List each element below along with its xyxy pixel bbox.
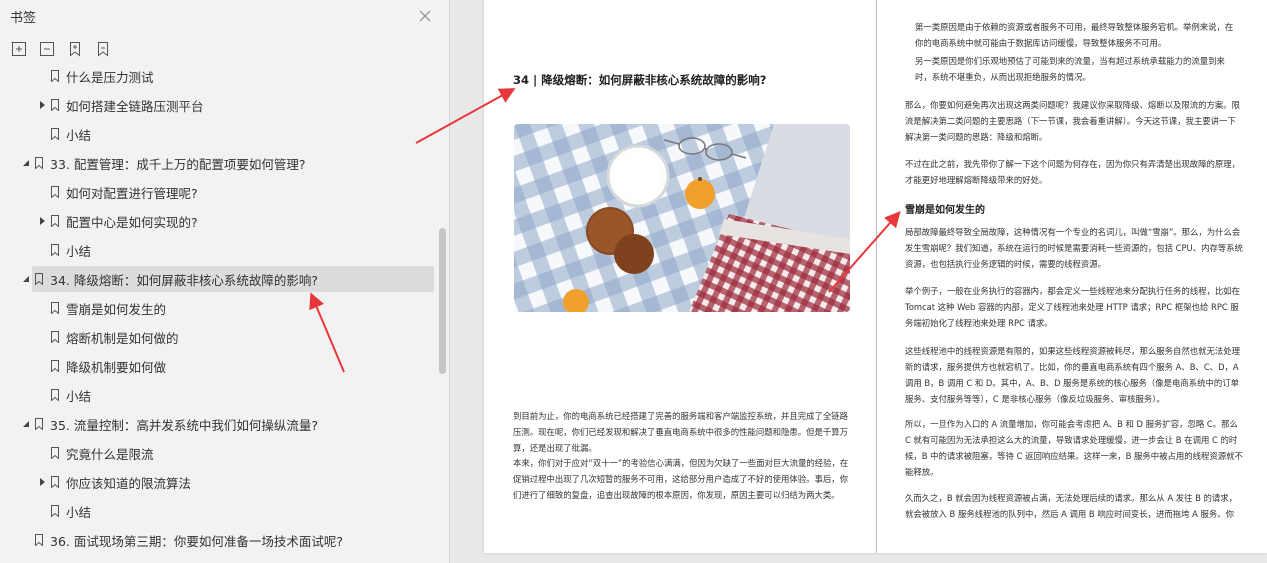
paragraph: 到目前为止，你的电商系统已经搭建了完善的服务端和客户端监控系统，并且完成了全链路… bbox=[513, 411, 848, 453]
bookmark-item[interactable]: 36. 面试现场第三期：你要如何准备一场技术面试呢? bbox=[20, 527, 343, 553]
bookmark-item[interactable]: 小结 bbox=[36, 121, 91, 147]
bookmark-label: 熔断机制是如何做的 bbox=[66, 330, 179, 346]
page-divider bbox=[876, 0, 877, 553]
sidebar-title: 书签 bbox=[10, 11, 37, 26]
sidebar-header: 书签 bbox=[0, 0, 450, 34]
add-bookmark-icon[interactable] bbox=[65, 38, 85, 60]
close-icon[interactable] bbox=[416, 7, 434, 25]
bookmark-item[interactable]: 熔断机制是如何做的 bbox=[36, 324, 179, 350]
bookmark-item[interactable]: 如何对配置进行管理呢? bbox=[36, 179, 198, 205]
bookmark-icon bbox=[34, 534, 44, 547]
expanded-triangle-icon[interactable] bbox=[20, 157, 32, 169]
paragraph: 那么，你要如何避免再次出现这两类问题呢？我建议你采取降级、熔断以及限流的方案。限… bbox=[905, 100, 1240, 142]
bookmark-label: 雪崩是如何发生的 bbox=[66, 301, 167, 317]
bookmark-icon bbox=[34, 157, 44, 170]
bookmark-sidebar: 书签 什么是压力测试如何搭建全链路压测平台 小结 33. 配置管理：成千上万的配置项… bbox=[0, 0, 450, 563]
bookmark-icon bbox=[50, 128, 60, 141]
sidebar-toolbar bbox=[0, 38, 450, 62]
bookmark-item[interactable]: 34. 降级熔断：如何屏蔽非核心系统故障的影响? bbox=[23, 266, 434, 292]
bookmark-icon bbox=[50, 360, 60, 373]
expanded-triangle-icon[interactable] bbox=[20, 418, 32, 430]
bookmark-icon bbox=[50, 447, 60, 460]
paragraph: 这些线程池中的线程资源是有限的，如果这些线程资源被耗尽，那么服务自然也就无法处理… bbox=[905, 346, 1240, 404]
paragraph: 本来，你们对于应对“双十一”的考验信心满满，但因为欠缺了一些面对巨大流量的经验，… bbox=[513, 458, 849, 500]
bookmark-label: 降级机制要如何做 bbox=[66, 359, 167, 375]
bookmark-icon bbox=[50, 70, 60, 83]
bookmark-icon bbox=[50, 99, 60, 112]
bookmark-item[interactable]: 小结 bbox=[36, 237, 91, 263]
bookmark-icon bbox=[50, 505, 60, 518]
bookmark-label: 34. 降级熔断：如何屏蔽非核心系统故障的影响? bbox=[50, 272, 318, 288]
bookmark-icon bbox=[50, 186, 60, 199]
bookmark-item[interactable]: 降级机制要如何做 bbox=[36, 353, 166, 379]
bookmark-label: 如何对配置进行管理呢? bbox=[66, 185, 198, 201]
bookmark-label: 你应该知道的限流算法 bbox=[66, 475, 192, 491]
bookmark-label: 36. 面试现场第三期：你要如何准备一场技术面试呢? bbox=[50, 533, 343, 549]
bookmark-icon bbox=[50, 244, 60, 257]
bookmark-label: 如何搭建全链路压测平台 bbox=[66, 98, 204, 114]
bookmark-item[interactable]: 小结 bbox=[36, 382, 91, 408]
bookmark-item[interactable]: 小结 bbox=[36, 498, 91, 524]
bookmark-label: 小结 bbox=[66, 127, 92, 143]
bookmark-label: 究竟什么是限流 bbox=[66, 446, 154, 462]
collapsed-triangle-icon[interactable] bbox=[36, 476, 48, 488]
section-heading: 雪崩是如何发生的 bbox=[905, 205, 985, 216]
bookmark-icon bbox=[50, 389, 60, 402]
bookmark-icon bbox=[50, 476, 60, 489]
bookmark-item[interactable]: 如何搭建全链路压测平台 bbox=[36, 92, 204, 118]
paragraph: 不过在此之前，我先带你了解一下这个问题为何存在，因为你只有弄清楚出现故障的原理，… bbox=[905, 159, 1240, 185]
paragraph: 久而久之，B 就会因为线程资源被占满，无法处理后续的请求。那么从 A 发往 B … bbox=[905, 493, 1238, 519]
bookmark-item[interactable]: 35. 流量控制：高并发系统中我们如何操纵流量? bbox=[20, 411, 318, 437]
collapsed-triangle-icon[interactable] bbox=[36, 99, 48, 111]
bookmark-label: 小结 bbox=[66, 504, 92, 520]
bookmark-item[interactable]: 你应该知道的限流算法 bbox=[36, 469, 191, 495]
bookmark-item[interactable]: 什么是压力测试 bbox=[36, 63, 154, 89]
bookmark-icon bbox=[50, 215, 60, 228]
bookmark-item[interactable]: 究竟什么是限流 bbox=[36, 440, 154, 466]
bookmark-label: 配置中心是如何实现的? bbox=[66, 214, 198, 230]
expand-all-icon[interactable] bbox=[9, 38, 29, 60]
bookmark-icon bbox=[34, 418, 44, 431]
collapsed-triangle-icon[interactable] bbox=[36, 215, 48, 227]
page-title: 34 | 降级熔断：如何屏蔽非核心系统故障的影响? bbox=[513, 73, 767, 87]
paragraph: 第一类原因是由于依赖的资源或者服务不可用，最终导致整体服务宕机。举例来说，在你的… bbox=[915, 22, 1234, 48]
paragraph: 所以，一旦作为入口的 A 流量增加，你可能会考虑把 A、B 和 D 服务扩容，忽… bbox=[905, 419, 1243, 477]
bookmark-label: 33. 配置管理：成千上万的配置项要如何管理? bbox=[50, 156, 306, 172]
bookmark-item[interactable]: 雪崩是如何发生的 bbox=[36, 295, 166, 321]
bookmark-label: 小结 bbox=[66, 388, 92, 404]
collapse-all-icon[interactable] bbox=[37, 38, 57, 60]
bookmark-item[interactable]: 33. 配置管理：成千上万的配置项要如何管理? bbox=[20, 150, 306, 176]
bookmark-icon bbox=[34, 273, 44, 286]
bookmark-label: 小结 bbox=[66, 243, 92, 259]
paragraph: 局部故障最终导致全局故障，这种情况有一个专业的名词儿，叫做“雪崩”。那么，为什么… bbox=[905, 227, 1243, 269]
expanded-triangle-icon[interactable] bbox=[20, 273, 32, 285]
bookmark-label: 什么是压力测试 bbox=[66, 69, 154, 85]
paragraph: 另一类原因是你们乐观地预估了可能到来的流量，当有超过系统承载能力的流量到来时，系… bbox=[915, 56, 1225, 82]
bookmark-icon bbox=[50, 302, 60, 315]
paragraph: 举个例子，一般在业务执行的容器内，都会定义一些线程池来分配执行任务的线程，比如在… bbox=[905, 286, 1240, 328]
bookmark-icon bbox=[50, 331, 60, 344]
bookmark-item[interactable]: 配置中心是如何实现的? bbox=[36, 208, 198, 234]
bookmark-label: 35. 流量控制：高并发系统中我们如何操纵流量? bbox=[50, 417, 318, 433]
sidebar-scrollbar[interactable] bbox=[439, 228, 446, 374]
article-photo bbox=[514, 124, 850, 312]
bookmark-options-icon[interactable] bbox=[93, 38, 113, 60]
